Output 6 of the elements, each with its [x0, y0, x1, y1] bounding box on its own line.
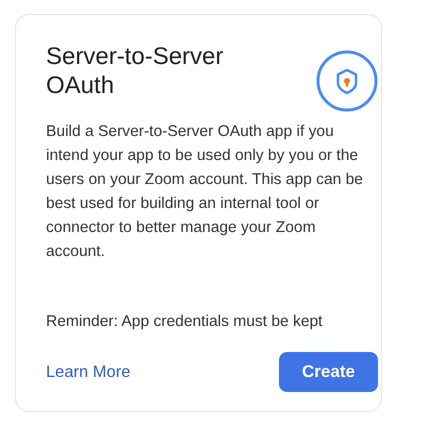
card-title: Server-to-Server OAuth [46, 42, 224, 100]
shield-lock-icon [316, 50, 378, 112]
reminder-text: Reminder: App credentials must be kept [46, 312, 324, 332]
learn-more-link[interactable]: Learn More [46, 362, 130, 382]
card-description: Build a Server-to-Server OAuth app if you intend your app to be used only by you or the users on your Zoom account. This app can be best used for building an internal tool or connector to better manage your Zoom account. [46, 122, 364, 262]
create-button[interactable]: Create [279, 352, 378, 392]
